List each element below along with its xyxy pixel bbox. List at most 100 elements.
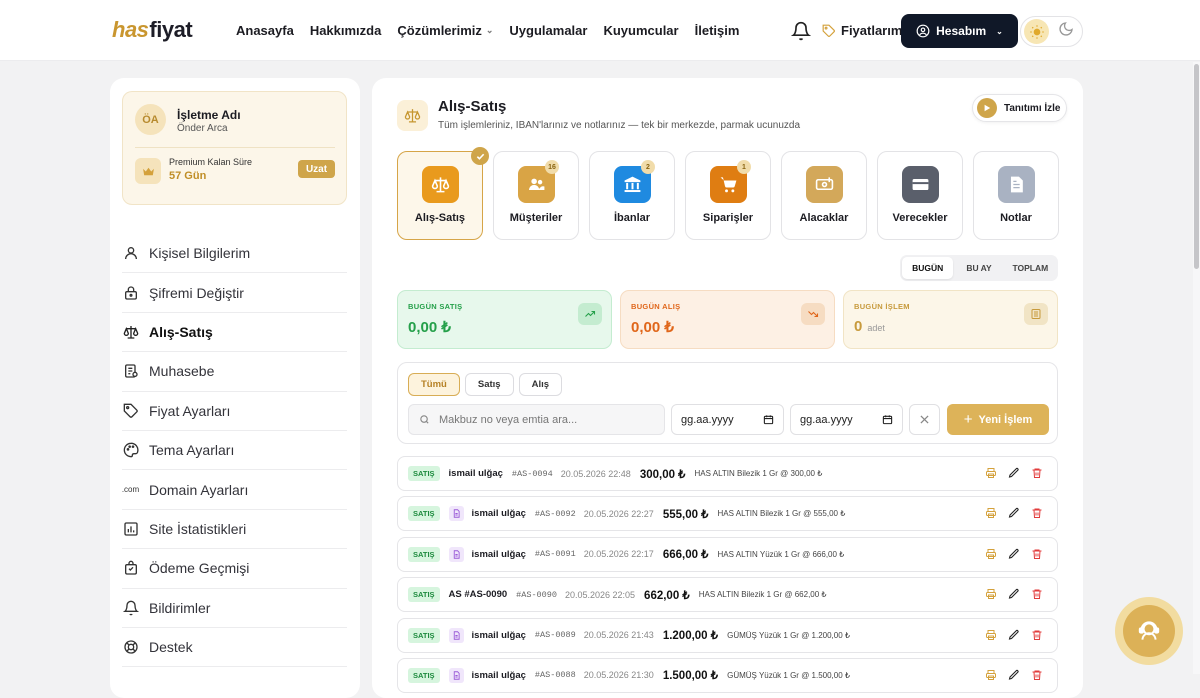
lock-icon (122, 284, 139, 301)
delete-icon[interactable] (1031, 629, 1043, 644)
period-option-1[interactable]: BU AY (953, 257, 1004, 279)
check-icon (471, 147, 489, 165)
transaction-date: 20.05.2026 21:43 (583, 630, 654, 641)
notification-bell-icon[interactable] (790, 21, 812, 41)
period-option-2[interactable]: TOPLAM (1005, 257, 1056, 279)
logo[interactable]: has fiyat (112, 17, 193, 43)
tile-3[interactable]: Siparişler 1 (685, 151, 771, 240)
support-fab[interactable] (1115, 597, 1183, 665)
document-icon[interactable] (448, 627, 464, 643)
sidebar-item-7[interactable]: Site İstatistikleri (122, 510, 347, 550)
favorites-label: Fiyatlarım (841, 23, 903, 38)
search-box[interactable] (408, 404, 665, 435)
period-option-0[interactable]: BUGÜN (902, 257, 954, 279)
calendar-icon[interactable] (763, 414, 774, 425)
transaction-amount: 662,00 ₺ (644, 589, 690, 602)
sidebar-item-5[interactable]: Tema Ayarları (122, 431, 347, 471)
stat-unit: adet (867, 323, 885, 333)
print-icon[interactable] (985, 467, 997, 482)
nav-item-5[interactable]: İletişim (695, 23, 740, 38)
stat-value-text: 0,00 ₺ (408, 319, 451, 336)
sun-icon[interactable] (1024, 19, 1049, 44)
delete-icon[interactable] (1031, 467, 1043, 482)
theme-toggle[interactable] (1020, 16, 1083, 47)
calendar-icon[interactable] (882, 414, 893, 425)
favorites-link[interactable]: Fiyatlarım (822, 23, 902, 38)
table-row[interactable]: SATIŞ ismail ulğaç #AS-0088 20.05.2026 21:3… (397, 657, 1058, 693)
document-icon[interactable] (448, 546, 464, 562)
print-icon[interactable] (985, 548, 997, 563)
transaction-amount: 1.500,00 ₺ (662, 670, 719, 683)
filter-panel: TümüSatışAlış gg.aa.yyyy gg.aa.yyyy + Ye… (397, 362, 1058, 444)
clear-filter-button[interactable] (909, 404, 940, 435)
sidebar-item-0[interactable]: Kişisel Bilgilerim (122, 234, 347, 274)
sidebar-item-2[interactable]: Alış-Satış (122, 313, 347, 353)
nav-item-2[interactable]: Çözümlerimiz ⌄ (397, 23, 493, 38)
filter-chip-0[interactable]: Tümü (408, 373, 460, 396)
nav-item-1[interactable]: Hakkımızda (310, 23, 382, 38)
sidebar-item-label: Domain Ayarları (149, 481, 249, 498)
filter-chip-2[interactable]: Alış (518, 373, 563, 396)
extend-button[interactable]: Uzat (298, 160, 335, 178)
start-date-input[interactable]: gg.aa.yyyy (671, 404, 784, 435)
sidebar-item-6[interactable]: .com Domain Ayarları (122, 470, 347, 510)
edit-icon[interactable] (1008, 588, 1020, 603)
nav-item-0[interactable]: Anasayfa (236, 23, 294, 38)
table-row[interactable]: SATIŞ ismail ulğaç #AS-0091 20.05.2026 22:1… (397, 536, 1058, 572)
filter-chip-1[interactable]: Satış (464, 373, 514, 396)
tile-label: İbanlar (613, 212, 651, 224)
sidebar: ÖA İşletme Adı Önder Arca Premium Kalan … (110, 78, 360, 698)
tile-1[interactable]: Müşteriler 16 (493, 151, 579, 240)
scrollbar-thumb[interactable] (1194, 64, 1199, 269)
nav-item-4[interactable]: Kuyumcular (603, 23, 678, 38)
delete-icon[interactable] (1031, 588, 1043, 603)
sidebar-item-1[interactable]: Şifremi Değiştir (122, 273, 347, 313)
tile-5[interactable]: Verecekler (877, 151, 963, 240)
delete-icon[interactable] (1031, 669, 1043, 684)
edit-icon[interactable] (1008, 669, 1020, 684)
tile-2[interactable]: İbanlar 2 (589, 151, 675, 240)
sidebar-item-10[interactable]: Destek (122, 628, 347, 668)
edit-icon[interactable] (1008, 507, 1020, 522)
account-button[interactable]: Hesabım ⌄ (901, 14, 1018, 48)
nav-item-3[interactable]: Uygulamalar (509, 23, 587, 38)
customer-name: ismail ulğaç (448, 468, 503, 479)
row-actions (985, 669, 1043, 684)
watch-tour-button[interactable]: Tanıtımı İzle (972, 94, 1067, 122)
document-icon[interactable] (448, 506, 464, 522)
sidebar-item-label: Tema Ayarları (149, 442, 235, 459)
row-actions (985, 548, 1043, 563)
print-icon[interactable] (985, 669, 997, 684)
edit-icon[interactable] (1008, 629, 1020, 644)
end-date-input[interactable]: gg.aa.yyyy (790, 404, 903, 435)
table-row[interactable]: SATIŞ ismail ulğaç #AS-0094 20.05.2026 22:4… (397, 456, 1058, 491)
sidebar-item-4[interactable]: Fiyat Ayarları (122, 392, 347, 431)
table-row[interactable]: SATIŞ ismail ulğaç #AS-0089 20.05.2026 21:4… (397, 617, 1058, 653)
page-scrollbar[interactable] (1193, 62, 1200, 674)
table-row[interactable]: SATIŞ ismail ulğaç #AS-0092 20.05.2026 22:2… (397, 496, 1058, 532)
print-icon[interactable] (985, 629, 997, 644)
edit-icon[interactable] (1008, 548, 1020, 563)
table-row[interactable]: SATIŞ AS #AS-0090 #AS-0090 20.05.2026 22:05… (397, 577, 1058, 613)
delete-icon[interactable] (1031, 507, 1043, 522)
sidebar-item-8[interactable]: Ödeme Geçmişi (122, 549, 347, 589)
tile-6[interactable]: Notlar (973, 151, 1059, 240)
stat-label: BUGÜN SATIŞ (408, 302, 463, 311)
module-tiles: Alış-Satış Müşteriler 16 İbanlar 2 Siparişler… (397, 147, 1059, 240)
print-icon[interactable] (985, 588, 997, 603)
sidebar-menu: Kişisel Bilgilerim Şifremi Değiştir Alış-S… (122, 234, 347, 668)
edit-icon[interactable] (1008, 467, 1020, 482)
delete-icon[interactable] (1031, 548, 1043, 563)
document-icon[interactable] (448, 667, 464, 683)
sidebar-item-9[interactable]: Bildirimler (122, 589, 347, 628)
count-badge: 2 (641, 160, 655, 174)
search-input[interactable] (439, 413, 659, 426)
new-transaction-button[interactable]: + Yeni İşlem (947, 404, 1049, 435)
moon-icon[interactable] (1058, 21, 1074, 42)
trend-down-icon (801, 303, 825, 325)
tile-0[interactable]: Alış-Satış (397, 147, 489, 240)
tile-4[interactable]: Alacaklar (781, 151, 867, 240)
item-description: GÜMÜŞ Yüzük 1 Gr @ 1.500,00 ₺ (727, 670, 850, 680)
sidebar-item-3[interactable]: Muhasebe (122, 352, 347, 392)
print-icon[interactable] (985, 507, 997, 522)
